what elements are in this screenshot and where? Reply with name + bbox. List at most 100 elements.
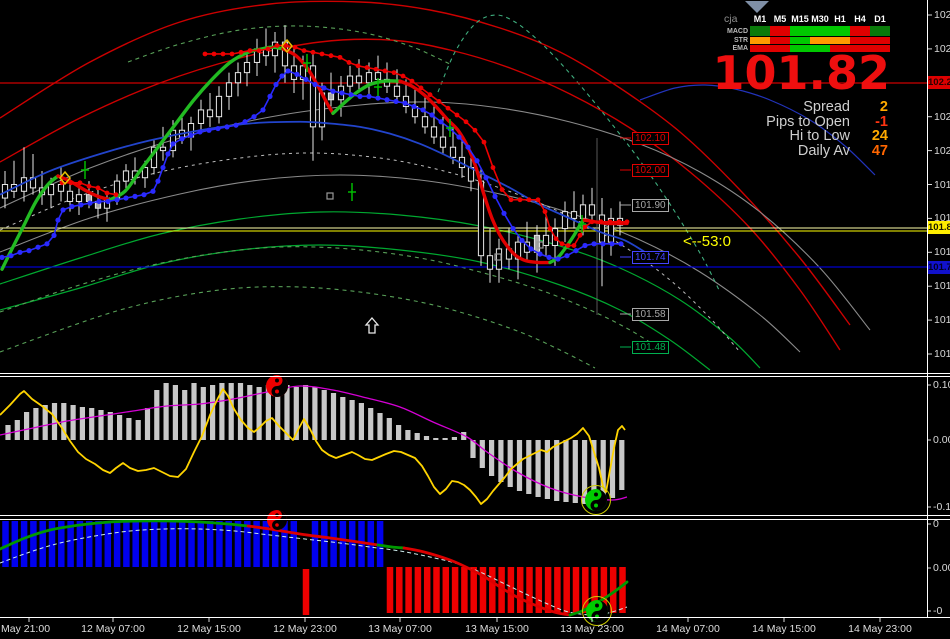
dot — [220, 51, 226, 57]
candle-body — [430, 126, 438, 138]
dot — [55, 217, 61, 223]
candle-body — [66, 190, 74, 202]
candle-body — [234, 72, 242, 84]
dot — [95, 185, 101, 191]
dot — [409, 78, 415, 84]
yy-eye — [275, 523, 279, 527]
dot — [454, 112, 460, 118]
dot — [69, 203, 75, 210]
dot — [170, 141, 176, 147]
dot — [321, 85, 327, 91]
dot — [400, 73, 406, 79]
dot — [526, 197, 532, 203]
yy-eye — [595, 603, 599, 608]
dot — [60, 207, 66, 213]
dot — [260, 107, 266, 113]
dot — [301, 48, 307, 53]
candle-body — [365, 72, 373, 84]
candle-body — [215, 95, 223, 118]
dot — [474, 158, 480, 164]
candle-body — [421, 116, 429, 128]
dot — [44, 241, 50, 247]
candle-body — [122, 170, 130, 182]
chart-canvas[interactable] — [0, 0, 950, 639]
dot — [445, 105, 451, 111]
dot — [420, 107, 426, 113]
candle-body — [393, 85, 401, 97]
candle-body — [85, 194, 93, 202]
dot — [87, 200, 93, 206]
yy-eye — [594, 503, 598, 508]
dot — [492, 193, 498, 199]
dot — [591, 241, 597, 247]
dot — [618, 241, 624, 247]
dot — [565, 243, 571, 248]
dot — [373, 66, 379, 72]
dot — [337, 54, 343, 60]
dot — [481, 139, 487, 145]
dot — [571, 243, 577, 248]
dot — [35, 244, 41, 250]
dot — [582, 242, 588, 249]
dot — [310, 49, 316, 55]
dot — [535, 197, 541, 203]
dot — [402, 100, 408, 106]
yy-eye — [275, 378, 279, 383]
dot — [104, 190, 110, 196]
dot — [463, 119, 469, 125]
dot — [600, 241, 606, 247]
dot — [155, 178, 161, 184]
dot — [564, 253, 570, 259]
dot — [279, 73, 285, 79]
dot — [202, 51, 208, 57]
candle-body — [449, 146, 457, 158]
dot — [436, 99, 442, 104]
dot — [238, 49, 244, 55]
dot — [188, 132, 194, 138]
dot — [229, 51, 235, 57]
dot — [319, 51, 325, 57]
candle-body — [243, 61, 251, 74]
dot — [364, 65, 370, 70]
dot — [607, 219, 613, 225]
candle-body — [355, 75, 363, 84]
dot — [547, 226, 553, 231]
dot — [96, 198, 102, 205]
dot — [224, 124, 230, 130]
dot — [582, 224, 588, 230]
dot — [132, 193, 138, 199]
dot — [160, 164, 166, 171]
dot — [555, 256, 561, 262]
dot — [206, 127, 212, 133]
dot — [490, 165, 496, 170]
candle-body — [75, 194, 83, 202]
dot — [553, 236, 559, 242]
candle-body — [561, 211, 569, 230]
dot — [211, 51, 217, 57]
dot — [559, 241, 565, 247]
dot — [123, 195, 129, 201]
dot — [528, 246, 534, 252]
dot — [391, 70, 397, 76]
dot — [312, 81, 318, 88]
dot — [616, 219, 622, 225]
candle-body — [542, 234, 550, 247]
candle-body — [159, 146, 167, 152]
dot — [418, 85, 424, 91]
dot — [465, 144, 471, 150]
dot — [357, 93, 363, 99]
dot — [382, 68, 388, 74]
candle-body — [197, 109, 205, 124]
dot — [517, 197, 523, 203]
dot — [348, 92, 354, 98]
candle-body — [588, 204, 596, 216]
dot — [510, 225, 516, 232]
candle-body — [225, 82, 233, 97]
dot — [165, 151, 171, 157]
dot — [346, 60, 352, 65]
dot — [438, 119, 444, 125]
candle-body — [206, 109, 214, 118]
dot — [393, 98, 399, 105]
dot — [77, 180, 83, 186]
dot — [546, 254, 552, 260]
